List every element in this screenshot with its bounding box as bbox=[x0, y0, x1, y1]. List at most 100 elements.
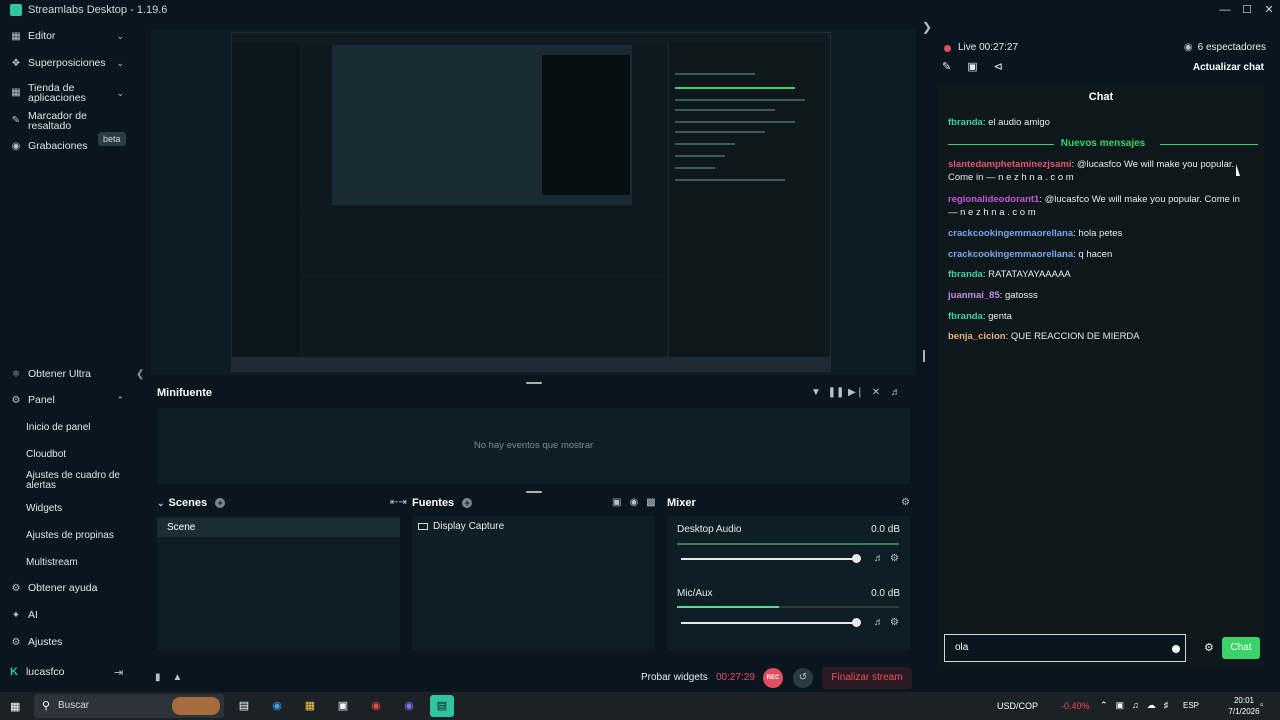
sidebar-sub-multistream[interactable]: Multistream bbox=[26, 557, 78, 568]
chevron-up-icon: ⌃ bbox=[116, 394, 124, 405]
chat-username[interactable]: fbranda bbox=[948, 311, 983, 322]
chat-username[interactable]: fbranda bbox=[948, 117, 983, 128]
expand-chat-icon[interactable]: ❯ bbox=[922, 20, 932, 34]
chat-message: benja_cicion: QUE REACCION DE MIERDA bbox=[948, 330, 1248, 343]
sidebar-item-panel[interactable]: ⚙ Panel ⌃ bbox=[0, 387, 146, 413]
sidebar-sub-alertas[interactable]: Ajustes de cuadro de alertas bbox=[26, 471, 122, 491]
sidebar-sub-widgets[interactable]: Widgets bbox=[26, 503, 62, 514]
sidebar-item-ai[interactable]: ✦ AI bbox=[0, 602, 146, 628]
sidebar-item-editor[interactable]: ▦ Editor ⌄ bbox=[0, 23, 146, 49]
close-icon[interactable]: ✕ bbox=[1258, 0, 1280, 20]
sidebar-item-ayuda[interactable]: ⚙ Obtener ayuda bbox=[0, 575, 146, 601]
stats-icons[interactable]: ▮▲ bbox=[155, 672, 194, 683]
volume-slider[interactable] bbox=[681, 554, 861, 563]
sidebar-item-grabaciones[interactable]: ◉ Grabaciones bbox=[0, 133, 146, 159]
sidebar-item-superposiciones[interactable]: ❖ Superposiciones ⌄ bbox=[0, 50, 146, 76]
scene-item[interactable]: Scene bbox=[157, 518, 400, 537]
taskbar-apps: ▤ ◉ ▦ ▣ ◉ ◉ ▤ bbox=[232, 695, 463, 717]
notification-icon[interactable]: ▫ bbox=[1260, 700, 1264, 711]
chat-username[interactable]: juanmai_85 bbox=[948, 290, 1000, 301]
chat-settings-icon[interactable]: ⚙ bbox=[1204, 641, 1214, 654]
mute-alerts-icon[interactable]: ✕ bbox=[866, 387, 886, 398]
gear-icon[interactable]: ⚙ bbox=[890, 553, 899, 564]
add-scene-button[interactable]: + bbox=[215, 498, 226, 508]
speaker-icon[interactable]: ♬ bbox=[874, 553, 884, 564]
filter-icon[interactable]: ▼ bbox=[806, 387, 826, 398]
source-label: Display Capture bbox=[433, 521, 505, 532]
resize-handle[interactable] bbox=[923, 350, 925, 362]
drag-handle[interactable] bbox=[526, 491, 542, 493]
editor-icon: ▦ bbox=[11, 30, 21, 42]
monitor-icon bbox=[418, 523, 428, 530]
source-tools-icons[interactable]: ▣◉▩ bbox=[612, 497, 664, 508]
edge-icon[interactable]: ◉ bbox=[265, 695, 289, 717]
audio-meter bbox=[677, 543, 899, 545]
sidebar-sub-cloudbot[interactable]: Cloudbot bbox=[26, 449, 66, 460]
chat-text: : el audio amigo bbox=[982, 117, 1050, 128]
mixer-title: Mixer bbox=[667, 497, 696, 509]
sidebar-item-ajustes[interactable]: ⚙ Ajustes bbox=[0, 629, 146, 655]
chat-username[interactable]: regionalideodorant1 bbox=[948, 194, 1039, 205]
minimize-icon[interactable]: — bbox=[1214, 0, 1236, 20]
tray-icons[interactable]: ⌃▣♫☁♯ bbox=[1100, 700, 1176, 711]
store-icon: ▦ bbox=[11, 87, 21, 98]
chat-message: crackcookingemmaorellana: q hacen bbox=[948, 248, 1248, 261]
user-account[interactable]: K lucasfco bbox=[10, 666, 64, 678]
rec-button[interactable]: REC bbox=[763, 668, 783, 688]
file-explorer-icon[interactable]: ▦ bbox=[298, 695, 322, 717]
source-item[interactable]: Display Capture bbox=[418, 521, 504, 532]
mixer-header: Mixer bbox=[667, 494, 696, 512]
clock[interactable]: 20:01 7/1/2026 bbox=[1224, 695, 1264, 717]
preview-minifuente bbox=[302, 215, 664, 275]
chat-username[interactable]: crackcookingemmaorellana bbox=[948, 228, 1073, 239]
end-stream-button[interactable]: Finalizar stream bbox=[822, 667, 912, 689]
scene-transitions-icon[interactable]: ⇤⇥ bbox=[390, 497, 407, 508]
skip-icon[interactable]: ▶❘ bbox=[846, 387, 866, 398]
store-icon[interactable]: ▣ bbox=[331, 695, 355, 717]
sidebar-item-marcador[interactable]: ✎ Marcador de resaltado bbox=[0, 107, 146, 135]
chrome-icon[interactable]: ◉ bbox=[364, 695, 388, 717]
chat-text: : genta bbox=[982, 311, 1012, 322]
ultra-icon: ⚛ bbox=[11, 368, 21, 380]
gear-icon[interactable]: ⚙ bbox=[890, 617, 899, 628]
sidebar-item-tienda[interactable]: ▦ Tienda de aplicaciones ⌄ bbox=[0, 79, 146, 107]
chevron-down-icon[interactable]: ⌄ bbox=[157, 498, 165, 509]
volume-icon[interactable]: ♬ bbox=[886, 387, 906, 398]
test-widgets-button[interactable]: Probar widgets bbox=[641, 672, 708, 683]
refresh-chat-button[interactable]: Actualizar chat bbox=[1193, 62, 1264, 73]
window-controls: — ☐ ✕ bbox=[1214, 0, 1280, 20]
stream-edit-icons[interactable]: ✎▣⊲ bbox=[942, 60, 1019, 73]
language-indicator[interactable]: ESP bbox=[1183, 701, 1199, 710]
add-source-button[interactable]: + bbox=[462, 498, 473, 508]
volume-slider[interactable] bbox=[681, 618, 861, 627]
speaker-icon[interactable]: ♬ bbox=[874, 617, 884, 628]
mixer-settings-icon[interactable]: ⚙ bbox=[901, 497, 910, 508]
pause-icon[interactable]: ❚❚ bbox=[826, 387, 846, 398]
sidebar-sub-inicio[interactable]: Inicio de panel bbox=[26, 422, 91, 433]
streamlabs-taskbar-icon[interactable]: ▤ bbox=[430, 695, 454, 717]
chat-title: Chat bbox=[1088, 91, 1114, 103]
chat-username[interactable]: fbranda bbox=[948, 269, 983, 280]
scenes-header: ⌄ Scenes + bbox=[157, 494, 226, 512]
title-bar: Streamlabs Desktop - 1.19.6 — ☐ ✕ bbox=[0, 0, 1280, 20]
taskbar-search[interactable]: ⚲ Buscar bbox=[34, 694, 224, 718]
chat-username[interactable]: benja_cicion bbox=[948, 331, 1006, 342]
sidebar-item-obtener-ultra[interactable]: ⚛ Obtener Ultra bbox=[0, 361, 146, 387]
sidebar-sub-propinas[interactable]: Ajustes de propinas bbox=[26, 530, 114, 541]
replay-buffer-icon[interactable]: ↺ bbox=[793, 668, 813, 688]
maximize-icon[interactable]: ☐ bbox=[1236, 0, 1258, 20]
chat-input[interactable]: ola bbox=[944, 634, 1186, 662]
chat-username[interactable]: slantedamphetaminezjsami bbox=[948, 159, 1072, 170]
windows-start-icon[interactable]: ▦ bbox=[10, 700, 20, 713]
stream-preview[interactable] bbox=[151, 29, 916, 375]
chat-username[interactable]: crackcookingemmaorellana bbox=[948, 249, 1073, 260]
discord-icon[interactable]: ◉ bbox=[397, 695, 421, 717]
task-view-icon[interactable]: ▤ bbox=[232, 695, 256, 717]
recordings-icon: ◉ bbox=[11, 140, 21, 152]
logout-icon[interactable]: ⇥ bbox=[114, 666, 123, 679]
chat-send-button[interactable]: Chat bbox=[1222, 637, 1260, 659]
chat-message: regionalideodorant1: @lucasfco We will m… bbox=[948, 193, 1248, 219]
clock-time: 20:01 bbox=[1233, 696, 1255, 705]
drag-handle[interactable] bbox=[526, 382, 542, 384]
emoji-icon[interactable] bbox=[1172, 645, 1180, 653]
